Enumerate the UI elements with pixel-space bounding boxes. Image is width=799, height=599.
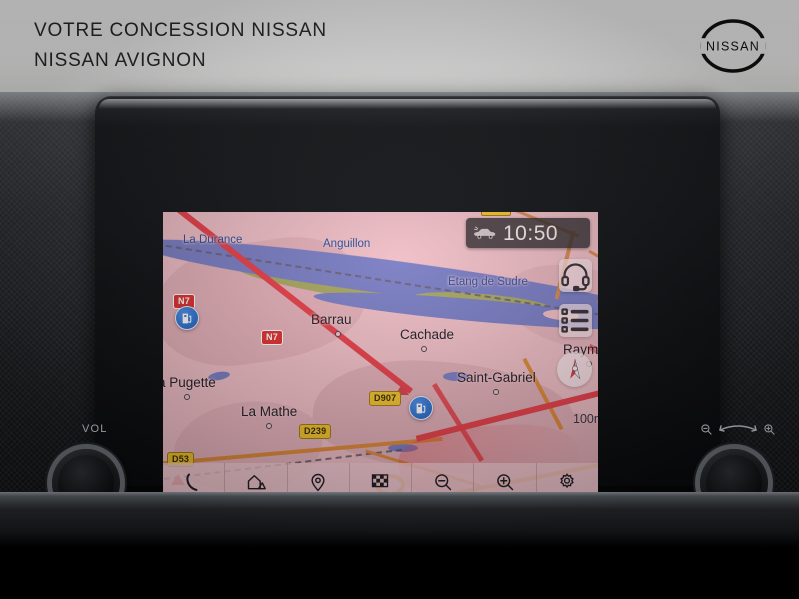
map-label-barrau: Barrau — [311, 312, 352, 327]
speaker-grille-left — [0, 92, 108, 507]
place-dot — [335, 331, 341, 337]
nissan-logo-text: NISSAN — [706, 40, 760, 54]
head-unit-top-rim — [99, 99, 716, 109]
zoom-in-icon — [495, 472, 515, 492]
map-pin-icon — [308, 472, 328, 492]
road-shield-n7: N7 — [261, 330, 283, 345]
dealer-name-block: VOTRE CONCESSION NISSAN NISSAN AVIGNON — [34, 16, 327, 76]
clock-time: 10:50 — [503, 221, 559, 245]
phone-icon — [184, 472, 204, 492]
zoom-out-icon — [701, 423, 712, 435]
dealer-line-2: NISSAN AVIGNON — [34, 50, 207, 71]
road-shield-d239: D239 — [299, 424, 332, 439]
place-dot — [184, 394, 190, 400]
map-label-la-pugette: a Pugette — [163, 375, 216, 390]
fuel-station-icon[interactable] — [175, 306, 199, 330]
car-dashboard: N7 N7 D907 D239 D53 La Durance Anguillon… — [0, 92, 799, 586]
road-shield-partial — [481, 212, 511, 216]
compass-icon[interactable] — [557, 352, 592, 387]
map-label-etang-de-sudre: Etang de Sudre — [448, 276, 528, 288]
navigation-display[interactable]: N7 N7 D907 D239 D53 La Durance Anguillon… — [163, 212, 598, 515]
place-dot — [266, 423, 272, 429]
place-dot — [493, 389, 499, 395]
zoom-knob-hint — [700, 422, 776, 436]
fuel-station-icon[interactable] — [409, 396, 433, 420]
clock-widget: 10:50 — [466, 218, 590, 248]
place-dot — [421, 346, 427, 352]
center-console — [0, 492, 799, 599]
screenshot-root: VOTRE CONCESSION NISSAN NISSAN AVIGNON N… — [0, 0, 799, 599]
road-shield-d907: D907 — [369, 391, 402, 406]
checkered-flag-icon — [370, 472, 390, 492]
map-label-cachade: Cachade — [400, 327, 455, 342]
gear-icon — [557, 472, 577, 492]
home-icon — [246, 472, 266, 492]
headset-icon[interactable] — [559, 259, 592, 292]
list-icon[interactable] — [559, 304, 592, 337]
rotate-arrows-icon — [719, 425, 757, 432]
map-label-anguillon: Anguillon — [323, 238, 371, 250]
map-label-la-durance: La Durance — [183, 234, 243, 246]
dealer-line-1: VOTRE CONCESSION NISSAN — [34, 20, 327, 41]
map-label-la-mathe: La Mathe — [241, 404, 298, 419]
map-scale-indicator: 100m — [573, 412, 598, 426]
volume-knob-label: VOL — [82, 423, 108, 435]
nissan-logo: NISSAN — [700, 19, 766, 73]
dealer-banner: VOTRE CONCESSION NISSAN NISSAN AVIGNON N… — [0, 0, 799, 92]
zoom-in-icon — [764, 423, 775, 435]
car-icon — [473, 226, 496, 239]
zoom-out-icon — [433, 472, 453, 492]
map-label-saint-gabriel: Saint-Gabriel — [457, 370, 536, 385]
